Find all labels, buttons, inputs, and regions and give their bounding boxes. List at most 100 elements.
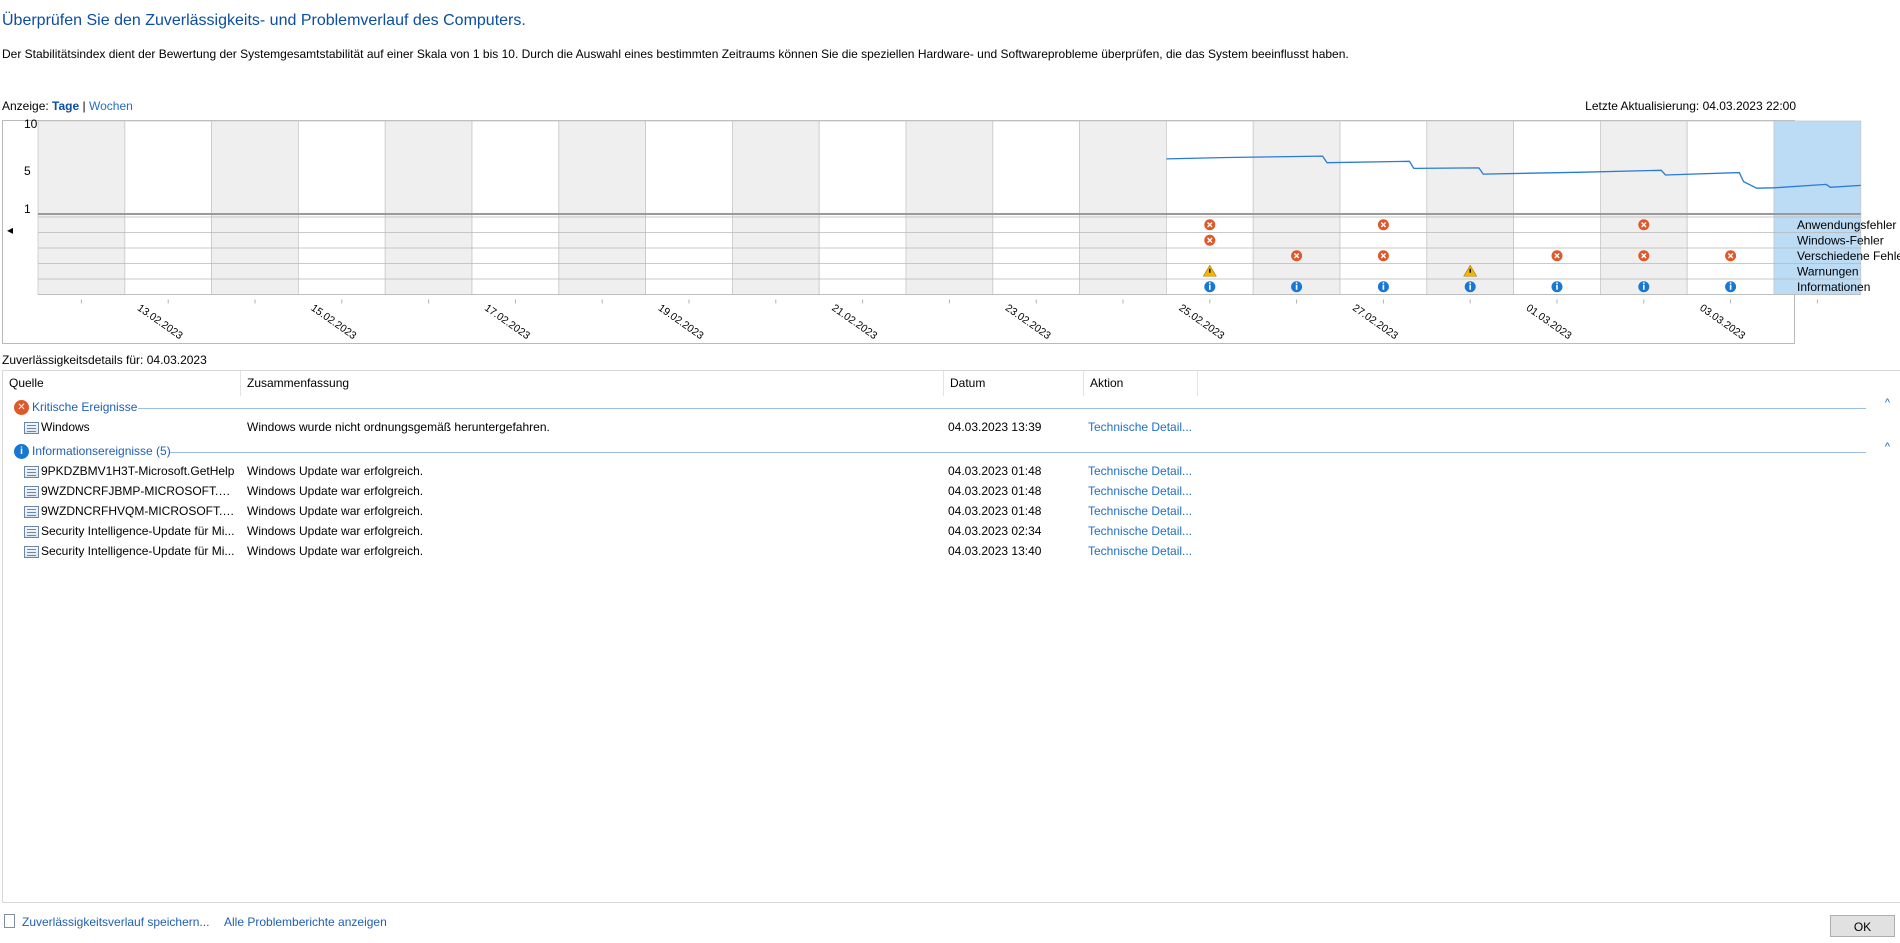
info-icon-dot	[1729, 282, 1732, 285]
row-summary: Windows Update war erfolgreich.	[247, 484, 424, 498]
window-icon	[24, 526, 39, 538]
info-icon-mark	[1469, 284, 1471, 290]
view-selector: Anzeige: Tage | Wochen	[2, 99, 133, 113]
row-date: 04.03.2023 13:40	[948, 544, 1042, 558]
ok-button[interactable]: OK	[1830, 915, 1895, 937]
row-summary: Windows Update war erfolgreich.	[247, 544, 424, 558]
row-date: 04.03.2023 13:39	[948, 420, 1042, 434]
details-table: Quelle Zusammenfassung Datum ^ Aktion ✕ …	[2, 370, 1900, 903]
day-column[interactable]	[818, 120, 907, 295]
day-column[interactable]	[732, 120, 820, 295]
row-source: 9WZDNCRFJBMP-MICROSOFT.WIN...	[41, 484, 237, 498]
scroll-left-icon[interactable]: ◂	[7, 223, 13, 237]
day-column[interactable]	[558, 120, 646, 295]
table-row[interactable]: 9PKDZBMV1H3T-Microsoft.GetHelp Windows U…	[3, 461, 1900, 481]
y-tick-label: 10	[24, 117, 38, 131]
day-column[interactable]	[211, 120, 299, 295]
day-column[interactable]	[1600, 120, 1688, 295]
event-category-label: Informationen	[1797, 280, 1870, 294]
day-column[interactable]	[1513, 120, 1601, 295]
table-row[interactable]: Windows Windows wurde nicht ordnungsgemä…	[3, 417, 1900, 437]
collapse-chevron-icon[interactable]: ^	[1885, 397, 1890, 409]
last-update: Letzte Aktualisierung: 04.03.2023 22:00	[1585, 99, 1796, 113]
info-icon: i	[14, 444, 29, 459]
event-category-label: Warnungen	[1797, 264, 1859, 278]
warning-icon-mark	[1209, 268, 1211, 273]
day-column[interactable]	[384, 120, 473, 295]
view-label: Anzeige:	[2, 99, 49, 113]
y-tick-label: 1	[24, 202, 31, 216]
critical-icon: ✕	[14, 400, 29, 415]
save-history-link[interactable]: Zuverlässigkeitsverlauf speichern...	[22, 915, 209, 929]
row-action-link[interactable]: Technische Detail...	[1088, 420, 1198, 434]
day-column[interactable]	[471, 120, 560, 295]
day-column[interactable]	[645, 120, 733, 295]
row-action-link[interactable]: Technische Detail...	[1088, 504, 1198, 518]
table-row[interactable]: Security Intelligence-Update für Mi... W…	[3, 541, 1900, 561]
day-column[interactable]	[37, 120, 126, 295]
column-header-summary[interactable]: Zusammenfassung	[241, 371, 944, 396]
row-date: 04.03.2023 01:48	[948, 504, 1042, 518]
group-critical-events[interactable]: ✕ Kritische Ereignisse ^	[3, 397, 1900, 417]
row-source: 9PKDZBMV1H3T-Microsoft.GetHelp	[41, 464, 235, 478]
table-row[interactable]: 9WZDNCRFHVQM-MICROSOFT.WI... Windows Upd…	[3, 501, 1900, 521]
info-icon-dot	[1382, 282, 1385, 285]
column-header-date[interactable]: Datum ^	[944, 371, 1084, 396]
info-icon-dot	[1208, 282, 1211, 285]
day-column[interactable]	[992, 120, 1080, 295]
day-column[interactable]	[1686, 120, 1775, 295]
row-action-link[interactable]: Technische Detail...	[1088, 524, 1198, 538]
window-icon	[24, 466, 39, 478]
info-icon-mark	[1382, 284, 1385, 290]
group-info-events[interactable]: i Informationsereignisse (5) ^	[3, 441, 1900, 461]
event-category-label: Anwendungsfehler	[1797, 218, 1896, 232]
table-row[interactable]: 9WZDNCRFJBMP-MICROSOFT.WIN... Windows Up…	[3, 481, 1900, 501]
event-category-label: Windows-Fehler	[1797, 233, 1884, 247]
day-column[interactable]	[124, 120, 213, 295]
details-label: Zuverlässigkeitsdetails für: 04.03.2023	[2, 353, 207, 367]
row-source: 9WZDNCRFHVQM-MICROSOFT.WI...	[41, 504, 237, 518]
column-header-source[interactable]: Quelle	[3, 371, 241, 396]
row-summary: Windows wurde nicht ordnungsgemäß herunt…	[247, 420, 550, 434]
view-separator: |	[82, 99, 86, 113]
row-action-link[interactable]: Technische Detail...	[1088, 544, 1198, 558]
row-summary: Windows Update war erfolgreich.	[247, 464, 424, 478]
reliability-chart[interactable]: ◂▸1051AnwendungsfehlerWindows-FehlerVers…	[0, 117, 1900, 345]
group-divider	[138, 408, 1866, 409]
event-category-label: Verschiedene Fehler	[1797, 249, 1900, 263]
view-days-link[interactable]: Tage	[52, 99, 79, 113]
row-date: 04.03.2023 01:48	[948, 464, 1042, 478]
info-icon-dot	[1469, 282, 1472, 285]
day-column[interactable]	[1079, 120, 1167, 295]
info-icon-dot	[1642, 282, 1645, 285]
info-icon-dot	[1295, 282, 1298, 285]
row-summary: Windows Update war erfolgreich.	[247, 504, 424, 518]
info-icon-mark	[1729, 284, 1732, 290]
info-icon-mark	[1556, 284, 1558, 290]
row-source: Security Intelligence-Update für Mi...	[41, 524, 235, 538]
row-action-link[interactable]: Technische Detail...	[1088, 464, 1198, 478]
day-column[interactable]	[297, 120, 386, 295]
row-summary: Windows Update war erfolgreich.	[247, 524, 424, 538]
collapse-chevron-icon[interactable]: ^	[1885, 441, 1890, 453]
row-date: 04.03.2023 02:34	[948, 524, 1042, 538]
table-row[interactable]: Security Intelligence-Update für Mi... W…	[3, 521, 1900, 541]
window-icon	[24, 422, 39, 434]
column-header-date-label: Datum	[950, 376, 986, 390]
warning-icon-mark	[1469, 268, 1471, 273]
y-tick-label: 5	[24, 164, 31, 178]
row-source: Windows	[41, 420, 90, 434]
table-header: Quelle Zusammenfassung Datum ^ Aktion	[3, 371, 1900, 396]
day-column[interactable]	[1252, 120, 1341, 295]
info-icon-mark	[1295, 284, 1298, 290]
day-column[interactable]	[905, 120, 994, 295]
row-action-link[interactable]: Technische Detail...	[1088, 484, 1198, 498]
group-critical-label: Kritische Ereignisse	[32, 400, 138, 414]
column-header-action[interactable]: Aktion	[1084, 371, 1198, 396]
show-reports-link[interactable]: Alle Problemberichte anzeigen	[224, 915, 387, 929]
page-title: Überprüfen Sie den Zuverlässigkeits- und…	[2, 12, 526, 29]
day-column[interactable]	[1339, 120, 1428, 295]
view-weeks-link[interactable]: Wochen	[89, 99, 133, 113]
footer-bar: Zuverlässigkeitsverlauf speichern... All…	[0, 904, 1900, 943]
info-icon-mark	[1209, 284, 1211, 290]
